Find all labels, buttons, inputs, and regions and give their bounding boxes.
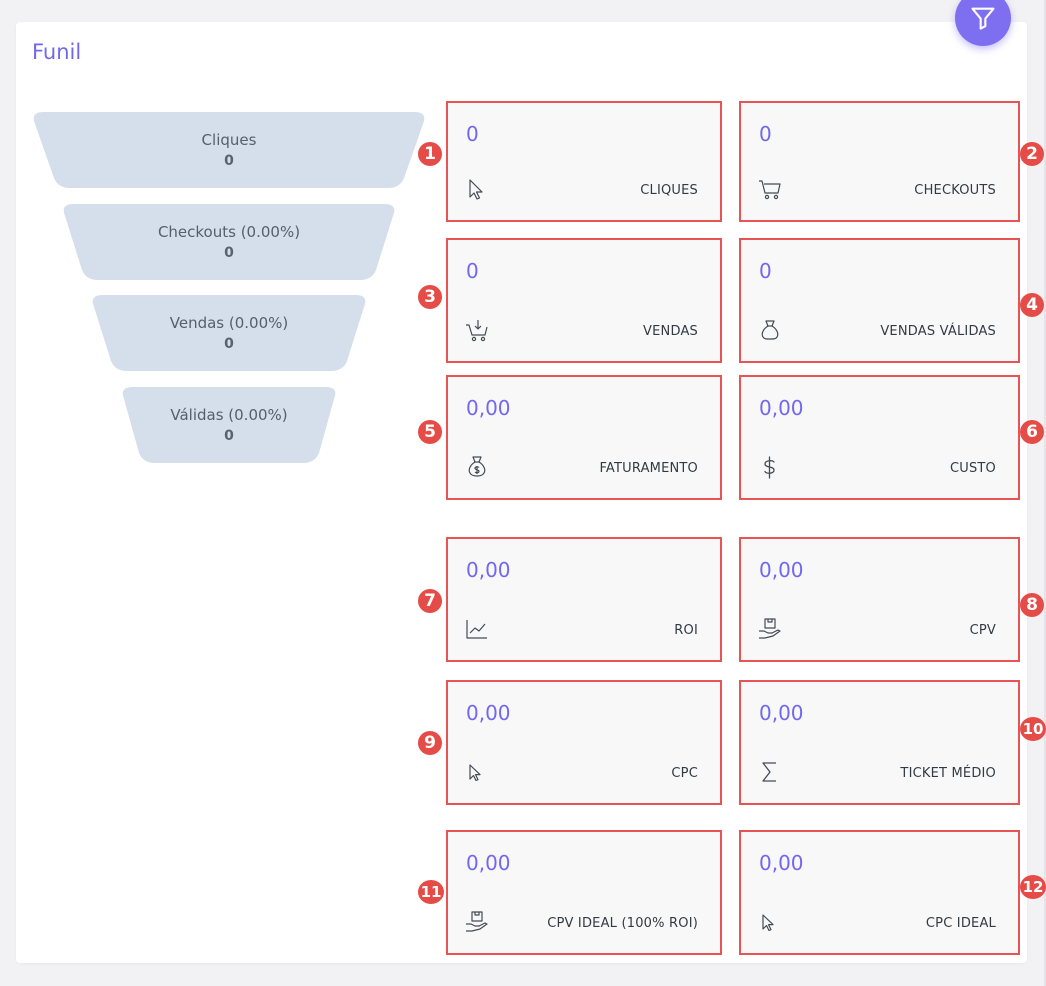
metric-value: 0 <box>759 259 772 283</box>
funnel-step-checkouts: Checkouts (0.00%) 0 <box>62 204 396 280</box>
annotation-marker: 9 <box>418 731 442 755</box>
funnel-step-cliques: Cliques 0 <box>32 112 426 188</box>
cursor-icon <box>469 764 481 782</box>
metric-card-cpc-ideal: 0,00 CPC IDEAL <box>739 830 1020 955</box>
metric-label: VENDAS VÁLIDAS <box>880 324 996 339</box>
funnel-step-validas: Válidas (0.00%) 0 <box>121 387 337 463</box>
annotation-marker: 7 <box>418 589 442 613</box>
annotation-marker: 6 <box>1020 420 1044 444</box>
annotation-marker: 10 <box>1020 717 1046 741</box>
metric-card-cpv-ideal: 0,00 CPV IDEAL (100% ROI) <box>446 830 722 955</box>
metric-card-cpv: 0,00 CPV <box>739 537 1020 662</box>
annotation-marker: 8 <box>1020 593 1044 617</box>
metric-label: CHECKOUTS <box>914 183 996 198</box>
metric-card-faturamento: 0,00 FATURAMENTO <box>446 375 722 500</box>
metric-label: VENDAS <box>643 324 698 339</box>
dollar-bag-icon <box>468 456 486 477</box>
metric-card-vendas-validas: 0 VENDAS VÁLIDAS <box>739 238 1020 363</box>
filter-icon <box>971 7 995 30</box>
metric-value: 0 <box>466 122 479 146</box>
annotation-marker: 4 <box>1020 293 1044 317</box>
cart-download-icon <box>466 320 488 342</box>
metric-label: TICKET MÉDIO <box>900 766 996 781</box>
metric-label: CLIQUES <box>640 183 698 198</box>
metric-value: 0,00 <box>466 701 511 725</box>
funnel-step-label: Válidas (0.00%) <box>170 406 288 424</box>
funnel-step-value: 0 <box>224 245 234 261</box>
metric-value: 0,00 <box>759 396 804 420</box>
metric-value: 0,00 <box>759 558 804 582</box>
metric-card-cpc: 0,00 CPC <box>446 680 722 805</box>
annotation-marker: 2 <box>1020 142 1044 166</box>
metric-label: CPC <box>671 766 698 781</box>
cursor-icon <box>762 914 774 932</box>
line-chart-icon <box>466 620 487 639</box>
metric-label: FATURAMENTO <box>599 461 698 476</box>
metric-card-vendas: 0 VENDAS <box>446 238 722 363</box>
funnel-step-vendas: Vendas (0.00%) 0 <box>91 295 367 371</box>
metric-value: 0,00 <box>466 558 511 582</box>
annotation-marker: 11 <box>418 880 444 904</box>
cart-icon <box>759 180 781 200</box>
metric-value: 0,00 <box>759 851 804 875</box>
hand-box-icon <box>466 911 488 932</box>
metric-label: CPC IDEAL <box>925 916 996 931</box>
metric-value: 0,00 <box>466 851 511 875</box>
funnel-step-label: Cliques <box>201 131 257 149</box>
funnel-step-value: 0 <box>224 428 234 444</box>
hand-box-icon <box>759 618 781 639</box>
funnel-step-label: Vendas (0.00%) <box>169 314 289 332</box>
metric-card-ticket-medio: 0,00 TICKET MÉDIO <box>739 680 1020 805</box>
page-title: Funil <box>32 40 82 64</box>
metric-label: CPV <box>969 623 996 638</box>
metric-card-custo: 0,00 CUSTO <box>739 375 1020 500</box>
metric-value: 0 <box>759 122 772 146</box>
funnel-step-value: 0 <box>224 336 234 352</box>
sigma-icon <box>762 762 776 782</box>
annotation-marker: 1 <box>418 142 442 166</box>
metric-value: 0 <box>466 259 479 283</box>
metric-card-cliques: 0 CLIQUES <box>446 101 722 222</box>
metric-label: CUSTO <box>949 461 996 476</box>
metric-value: 0,00 <box>759 701 804 725</box>
metric-label: CPV IDEAL (100% ROI) <box>547 916 698 931</box>
dollar-icon <box>764 456 775 479</box>
funnel-step-value: 0 <box>224 153 234 169</box>
metric-label: ROI <box>674 623 698 638</box>
annotation-marker: 3 <box>418 285 442 309</box>
annotation-marker: 12 <box>1020 875 1046 899</box>
metric-card-roi: 0,00 ROI <box>446 537 722 662</box>
annotation-marker: 5 <box>418 420 442 444</box>
cursor-icon <box>469 179 483 200</box>
metric-value: 0,00 <box>466 396 511 420</box>
money-bag-icon <box>761 320 779 340</box>
metric-card-checkouts: 0 CHECKOUTS <box>739 101 1020 222</box>
funnel-step-label: Checkouts (0.00%) <box>157 223 301 241</box>
